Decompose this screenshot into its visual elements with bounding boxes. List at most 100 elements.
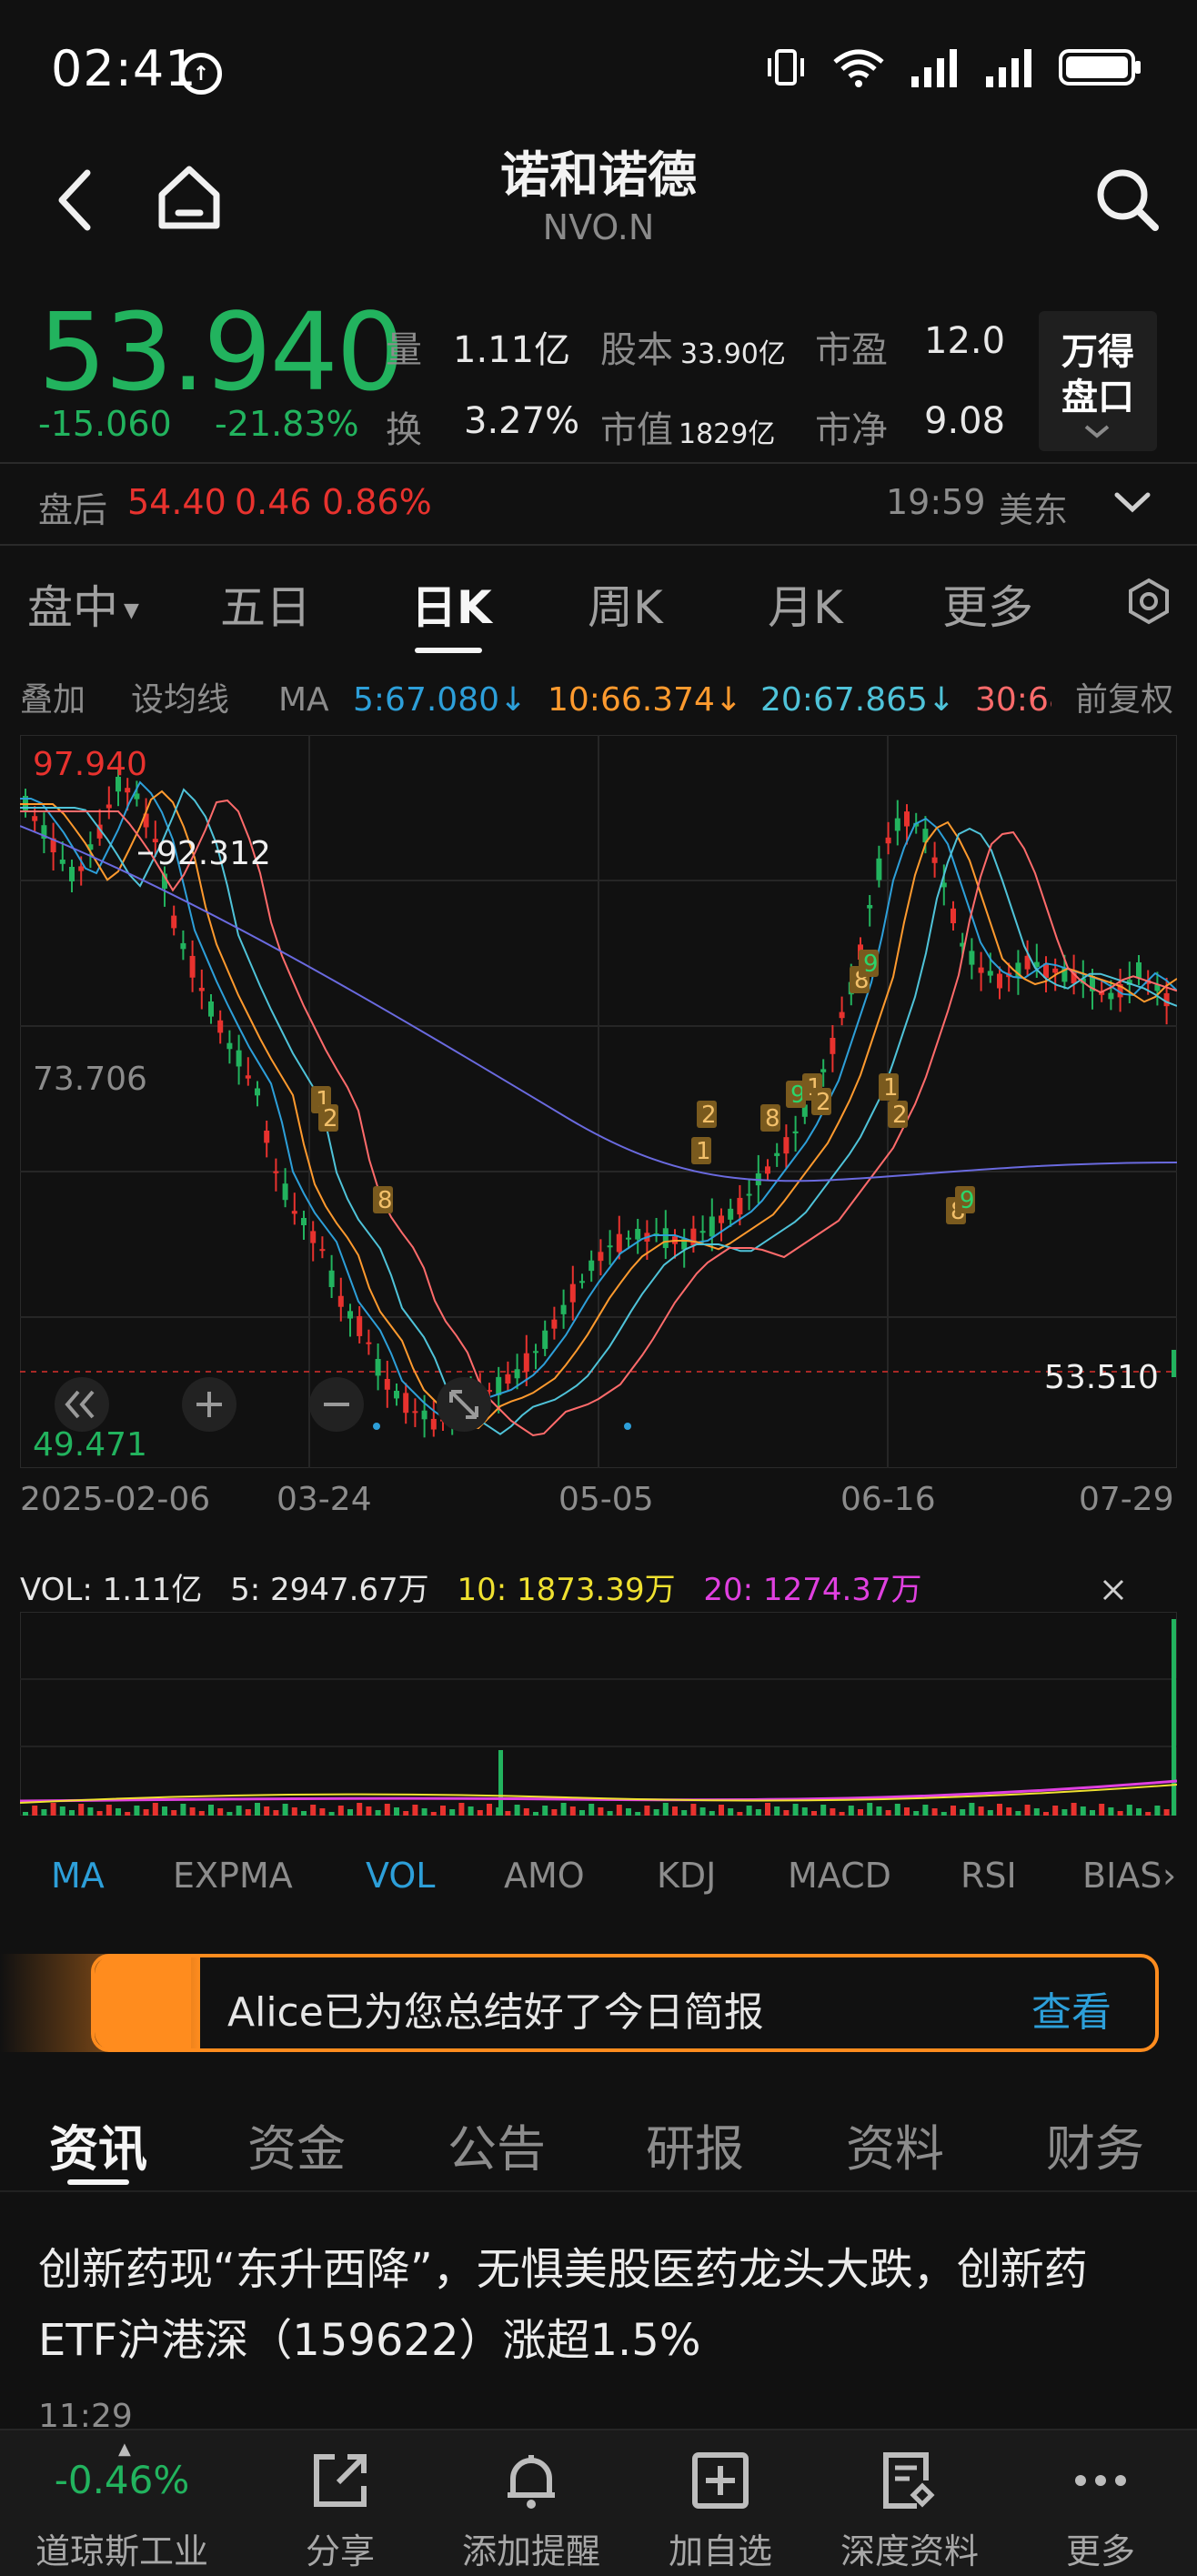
ind-tab-ma[interactable]: MA	[51, 1848, 105, 1903]
stat-label-pe: 市盈	[815, 329, 888, 371]
y-axis-min: 49.471	[33, 1426, 147, 1464]
after-hours-label: 盘后	[38, 490, 108, 530]
overlay-button[interactable]: 叠加	[20, 671, 86, 730]
ind-tab-amo[interactable]: AMO	[504, 1848, 585, 1903]
stat-value-turnover: 3.27%	[464, 400, 580, 442]
news-headline[interactable]: 创新药现“东升西降”，无惧美股医药龙头大跌，创新药ETF沪港深（159622）涨…	[38, 2234, 1157, 2376]
share-icon	[314, 2454, 367, 2507]
signal-markers: 128218912891289	[311, 950, 975, 1225]
banner-view-button[interactable]: 查看	[1031, 1979, 1112, 2038]
volume-summary: VOL: 1.11亿 5: 2947.67万 10: 1873.39万 20: …	[20, 1565, 922, 1609]
ind-tab-rsi[interactable]: RSI	[961, 1848, 1017, 1903]
add-alert-button[interactable]: 添加提醒	[440, 2445, 622, 2573]
ind-tab-macd[interactable]: MACD	[788, 1848, 891, 1903]
news-tab-profile[interactable]: 资料	[846, 2108, 944, 2180]
news-tab-research[interactable]: 研报	[646, 2108, 744, 2180]
ind-tab-expma[interactable]: EXPMA	[173, 1848, 293, 1903]
tab-5day[interactable]: 五日	[220, 571, 311, 637]
news-tab-funds[interactable]: 资金	[247, 2108, 346, 2180]
share-label: 分享	[305, 2531, 375, 2571]
adjust-button[interactable]: 前复权	[1071, 671, 1174, 730]
date-label: 06-16	[840, 1481, 936, 1518]
stat-label-volume: 量	[386, 329, 422, 371]
stat-value-shares: 33.90亿	[680, 338, 786, 370]
tab-more[interactable]: 更多	[942, 571, 1033, 637]
news-tab-financials[interactable]: 财务	[1046, 2108, 1144, 2180]
ma-label: MA	[278, 681, 329, 719]
stock-name: 诺和诺德	[500, 146, 697, 204]
svg-text:1: 1	[883, 1074, 899, 1102]
svg-text:9: 9	[863, 951, 879, 978]
wifi-icon	[833, 49, 884, 87]
more-button[interactable]: 更多	[1010, 2445, 1192, 2573]
news-tab-underline	[67, 2179, 129, 2185]
chevron-down-icon	[1082, 420, 1112, 448]
stock-code: NVO.N	[542, 207, 655, 247]
divider	[0, 2190, 1197, 2192]
price-change: -15.060	[38, 404, 172, 444]
more-label: 更多	[1065, 2531, 1135, 2571]
caret-up-icon: ▲	[118, 2440, 131, 2459]
date-label: 05-05	[558, 1481, 654, 1518]
news-tab-info[interactable]: 资讯	[49, 2108, 147, 2180]
date-axis: 2025-02-06 03-24 05-05 06-16 07-29	[0, 1481, 1197, 1532]
ma30-value: 30:68	[975, 681, 1051, 719]
tab-intraday[interactable]: 盘中 ▼	[27, 571, 139, 637]
depth-info-button[interactable]: 深度资料	[819, 2445, 1001, 2573]
chart-settings-button[interactable]	[1124, 577, 1173, 626]
indicator-tabs: MA EXPMA VOL AMO KDJ MACD RSI BIAS ›	[0, 1848, 1197, 1903]
kline-chart[interactable]: 128218912891289 97.940 73.706 49.471 92.…	[20, 735, 1177, 1468]
tab-weekly-k[interactable]: 周K	[588, 571, 663, 637]
status-time: 02:41	[51, 40, 197, 97]
svg-text:2: 2	[816, 1089, 831, 1116]
wind-line-1: 万得	[1061, 331, 1134, 373]
stat-value-volume: 1.11亿	[453, 329, 571, 371]
volume-bars	[23, 1619, 1176, 1816]
plus-box-icon	[692, 2452, 749, 2509]
ind-tab-kdj[interactable]: KDJ	[657, 1848, 716, 1903]
volume-chart[interactable]	[20, 1612, 1177, 1816]
svg-text:2: 2	[701, 1102, 717, 1129]
stat-value-mktcap: 1829亿	[679, 418, 776, 450]
y-axis-max: 97.940	[33, 746, 147, 783]
signal-icon-2	[986, 49, 1031, 87]
caret-down-icon: ▼	[124, 599, 139, 622]
search-icon	[1097, 169, 1159, 231]
vol-total: VOL: 1.11亿	[20, 1572, 203, 1608]
tab-daily-k[interactable]: 日K	[411, 571, 492, 637]
vibrate-icon	[768, 49, 804, 86]
dow-jones-ticker[interactable]: ▲ -0.46% 道琼斯工业	[31, 2440, 213, 2573]
vol-ma20: 20: 1274.37万	[703, 1572, 922, 1608]
stat-label-mktcap: 市值	[600, 409, 673, 451]
news-tab-announcements[interactable]: 公告	[448, 2108, 546, 2180]
zoom-out-button[interactable]	[309, 1377, 364, 1432]
bell-icon	[508, 2455, 555, 2509]
fullscreen-button[interactable]	[437, 1377, 491, 1432]
ind-tab-bias[interactable]: BIAS	[1082, 1848, 1170, 1903]
stat-label-shares: 股本	[600, 329, 673, 371]
stat-label-turnover: 换	[386, 409, 422, 451]
scroll-left-button[interactable]	[55, 1377, 109, 1432]
expand-button[interactable]	[1112, 482, 1153, 524]
status-badge: ↑	[180, 53, 222, 95]
last-price: 53.940	[38, 289, 405, 415]
set-ma-button[interactable]: 设均线	[131, 671, 229, 730]
ind-tab-vol[interactable]: VOL	[366, 1848, 435, 1903]
svg-text:2: 2	[323, 1105, 338, 1132]
more-dots-icon	[1075, 2475, 1126, 2486]
y-axis-mid: 73.706	[33, 1061, 147, 1098]
document-search-icon	[883, 2452, 935, 2509]
high-price-label: 92.312	[156, 835, 271, 872]
add-watchlist-button[interactable]: 加自选	[629, 2445, 811, 2573]
tab-monthly-k[interactable]: 月K	[768, 571, 843, 637]
banner-text: Alice已为您总结好了今日简报	[227, 1989, 764, 2036]
close-volume-button[interactable]	[1097, 1574, 1130, 1606]
ma20-value: 20:67.865↓	[760, 681, 956, 719]
alert-label: 添加提醒	[461, 2531, 600, 2571]
chevron-right-icon: ›	[1162, 1856, 1177, 1896]
depth-label: 深度资料	[840, 2531, 979, 2571]
share-button[interactable]: 分享	[249, 2445, 431, 2573]
watch-label: 加自选	[668, 2531, 772, 2571]
search-button[interactable]	[1090, 162, 1162, 235]
zoom-in-button[interactable]	[182, 1377, 236, 1432]
